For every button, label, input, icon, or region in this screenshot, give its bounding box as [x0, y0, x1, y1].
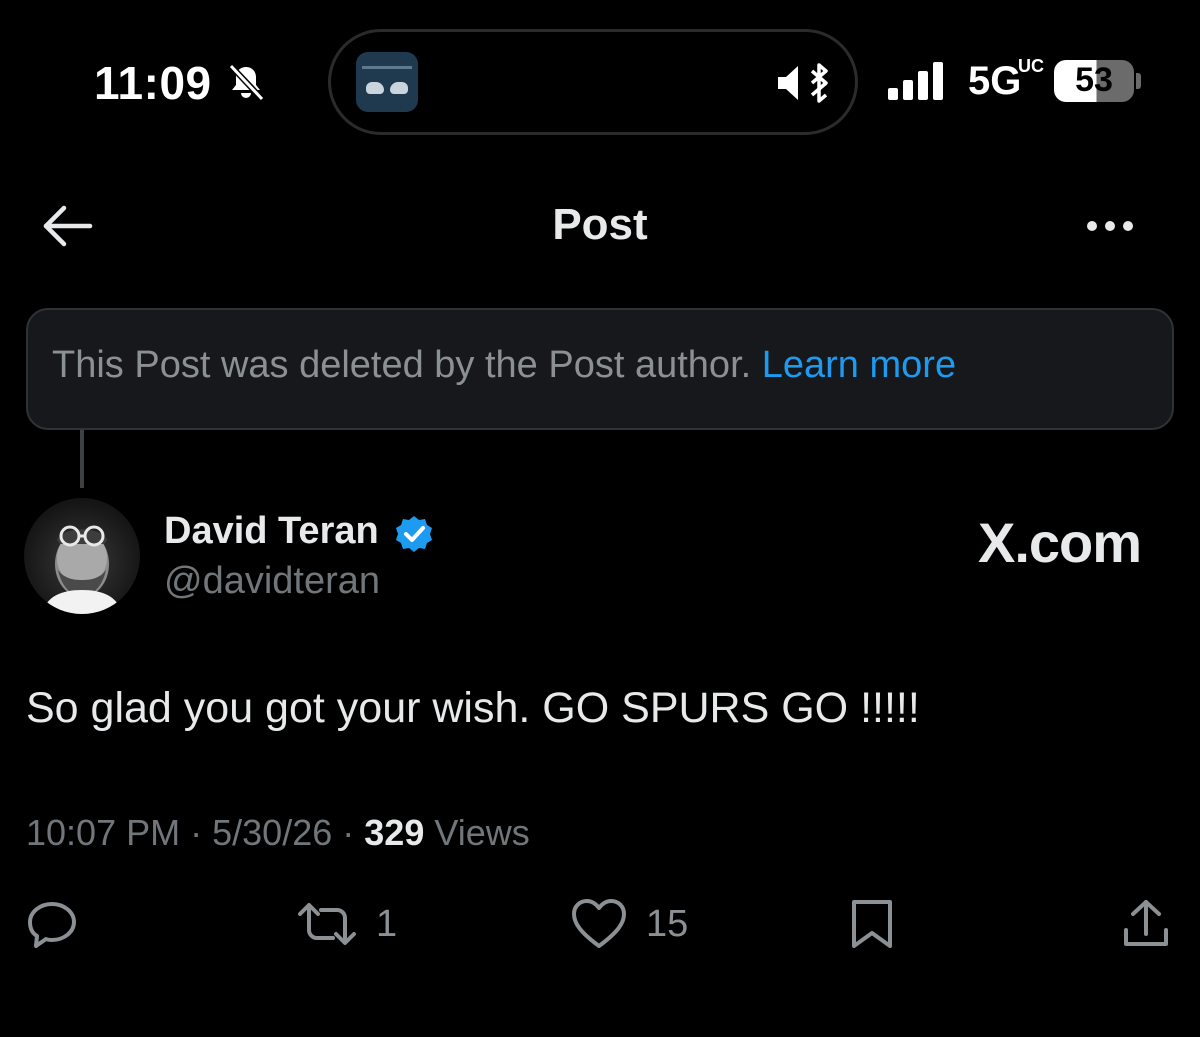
more-options-button[interactable]	[1082, 206, 1142, 246]
learn-more-link[interactable]: Learn more	[762, 344, 956, 386]
deleted-notice-text: This Post was deleted by the Post author…	[52, 344, 956, 387]
ellipsis-icon	[1087, 221, 1133, 231]
speaker-mute-icon	[778, 63, 828, 103]
author-handle[interactable]: @davidteran	[164, 560, 380, 603]
post-date[interactable]: 5/30/26	[212, 812, 332, 853]
bell-slash-icon	[228, 63, 265, 102]
avatar[interactable]	[24, 498, 140, 614]
meta-separator: ·	[342, 812, 355, 853]
views-label[interactable]: Views	[434, 812, 529, 853]
notice-message: This Post was deleted by the Post author…	[52, 344, 752, 386]
share-icon	[1124, 900, 1168, 946]
views-count[interactable]: 329	[364, 812, 424, 853]
heart-icon	[572, 899, 626, 948]
battery-icon: 53	[1054, 60, 1134, 102]
like-button[interactable]: 15	[570, 896, 688, 952]
network-suffix: UC	[1018, 56, 1044, 76]
battery-cap	[1136, 73, 1141, 89]
post-text: So glad you got your wish. GO SPURS GO !…	[26, 684, 920, 732]
battery-level: 53	[1075, 61, 1113, 99]
repost-count: 1	[376, 902, 398, 945]
repost-icon	[298, 903, 356, 945]
deleted-post-notice: This Post was deleted by the Post author…	[26, 308, 1174, 430]
x-com-watermark: X.com	[978, 511, 1142, 574]
network-type: 5G	[968, 59, 1022, 103]
bookmark-button[interactable]	[846, 896, 898, 952]
meta-separator: ·	[190, 812, 203, 853]
reply-button[interactable]	[24, 896, 98, 952]
bookmark-icon	[852, 900, 892, 948]
live-activity-app-icon[interactable]	[356, 52, 418, 112]
share-button[interactable]	[1120, 896, 1172, 952]
author-name[interactable]: David Teran	[164, 510, 379, 553]
status-time: 11:09	[94, 57, 212, 109]
verified-badge-icon	[396, 516, 432, 552]
repost-button[interactable]: 1	[296, 896, 397, 952]
avatar-portrait	[42, 525, 122, 614]
thread-connector-line	[80, 430, 84, 488]
page-title: Post	[552, 200, 648, 249]
like-count: 15	[646, 902, 689, 945]
reply-icon	[28, 902, 76, 948]
post-metadata: 10:07 PM · 5/30/26 · 329 Views	[26, 812, 530, 854]
cellular-signal-icon	[888, 62, 943, 100]
post-time[interactable]: 10:07 PM	[26, 812, 180, 853]
